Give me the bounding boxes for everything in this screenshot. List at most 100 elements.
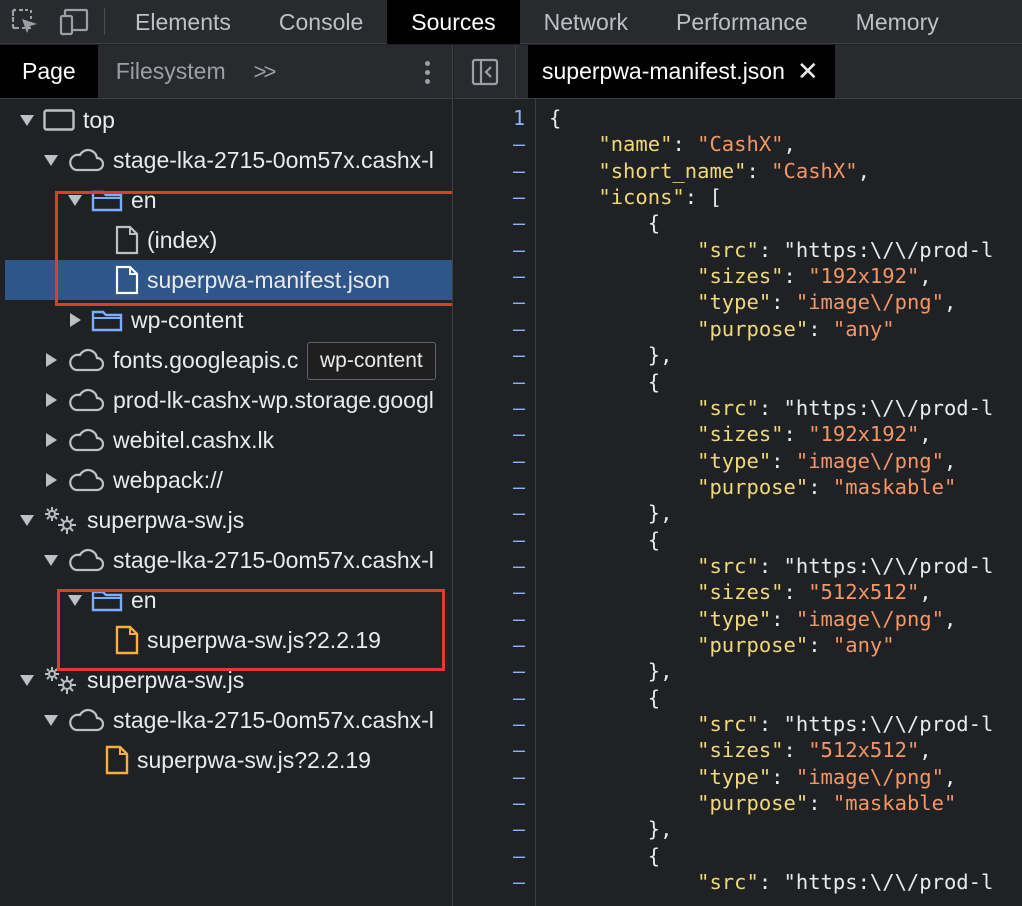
line-number[interactable]: – xyxy=(485,685,525,711)
tree-item-label: top xyxy=(83,106,115,133)
line-number[interactable]: – xyxy=(485,342,525,368)
line-number[interactable]: – xyxy=(485,632,525,658)
line-number[interactable]: – xyxy=(485,579,525,605)
line-number[interactable]: – xyxy=(485,500,525,526)
line-number[interactable]: – xyxy=(485,474,525,500)
line-number[interactable]: – xyxy=(485,184,525,210)
code-line: }, xyxy=(549,343,673,368)
code-line: }, xyxy=(549,659,673,684)
tooltip: wp-content xyxy=(307,342,436,380)
line-number[interactable]: – xyxy=(485,869,525,895)
line-number[interactable]: – xyxy=(485,395,525,421)
expand-triangle-right-icon[interactable] xyxy=(41,430,61,450)
expand-triangle-down-icon[interactable] xyxy=(41,550,61,570)
expand-triangle-right-icon[interactable] xyxy=(41,350,61,370)
tab-memory[interactable]: Memory xyxy=(832,0,963,44)
line-number[interactable]: – xyxy=(485,553,525,579)
code-line: "src": "https:\/\/prod-l xyxy=(697,395,994,420)
close-icon[interactable]: ✕ xyxy=(797,56,819,87)
expand-triangle-down-icon[interactable] xyxy=(17,110,37,130)
code-line: "src": "https:\/\/prod-l xyxy=(697,870,994,895)
cloud-icon xyxy=(67,708,105,732)
tree-item[interactable]: webitel.cashx.lk xyxy=(5,420,452,460)
tab-sources[interactable]: Sources xyxy=(387,0,520,44)
folder-icon xyxy=(91,308,123,332)
device-toolbar-icon[interactable] xyxy=(50,0,100,44)
tree-item[interactable]: (index) xyxy=(5,220,452,260)
line-number[interactable]: 1 xyxy=(485,105,525,131)
line-number[interactable]: – xyxy=(485,448,525,474)
editor-tab-superpwa-manifest[interactable]: superpwa-manifest.json ✕ xyxy=(528,45,835,98)
expand-triangle-right-icon[interactable] xyxy=(65,310,85,330)
tree-item[interactable]: superpwa-sw.js xyxy=(5,500,452,540)
line-number[interactable]: – xyxy=(485,764,525,790)
line-number[interactable]: – xyxy=(485,237,525,263)
tree-item-label: stage-lka-2715-0om57x.cashx-l xyxy=(113,706,434,733)
tree-item[interactable]: en xyxy=(5,180,452,220)
tree-item[interactable]: wp-content xyxy=(5,300,452,340)
line-number[interactable]: – xyxy=(485,843,525,869)
tab-performance[interactable]: Performance xyxy=(652,0,832,44)
tree-item[interactable]: webpack:// xyxy=(5,460,452,500)
code-line: { xyxy=(549,685,661,710)
tree-item[interactable]: superpwa-sw.js?2.2.19 xyxy=(5,620,452,660)
expand-triangle-down-icon[interactable] xyxy=(65,190,85,210)
tab-filesystem[interactable]: Filesystem xyxy=(98,45,244,98)
expand-triangle-down-icon[interactable] xyxy=(65,590,85,610)
line-number[interactable]: – xyxy=(485,289,525,315)
tree-item[interactable]: stage-lka-2715-0om57x.cashx-l xyxy=(5,140,452,180)
tab-elements[interactable]: Elements xyxy=(111,0,255,44)
tree-item[interactable]: superpwa-sw.js?2.2.19 xyxy=(5,740,452,780)
line-number[interactable]: – xyxy=(485,711,525,737)
expand-triangle-down-icon[interactable] xyxy=(17,670,37,690)
tree-item-label: stage-lka-2715-0om57x.cashx-l xyxy=(113,546,434,573)
tree-item-label: superpwa-sw.js?2.2.19 xyxy=(147,626,381,653)
expand-triangle-down-icon[interactable] xyxy=(17,510,37,530)
line-number[interactable]: – xyxy=(485,790,525,816)
line-number[interactable]: – xyxy=(485,263,525,289)
line-number[interactable]: – xyxy=(485,606,525,632)
expand-triangle-right-icon[interactable] xyxy=(41,470,61,490)
code-line: "sizes": "512x512", xyxy=(697,580,932,605)
toggle-navigator-icon[interactable] xyxy=(454,45,516,98)
expand-triangle-down-icon[interactable] xyxy=(41,710,61,730)
script-file-icon xyxy=(115,625,139,655)
tree-item[interactable]: top xyxy=(5,100,452,140)
tab-console[interactable]: Console xyxy=(255,0,387,44)
toolbar-separator xyxy=(104,8,105,35)
code-line: "purpose": "maskable" xyxy=(697,791,957,816)
more-tabs-chevron-icon[interactable]: >> xyxy=(244,45,284,98)
tree-item-label: prod-lk-cashx-wp.storage.googl xyxy=(113,386,434,413)
tree-item[interactable]: en xyxy=(5,580,452,620)
line-number[interactable]: – xyxy=(485,158,525,184)
line-number[interactable]: – xyxy=(485,737,525,763)
code-line: { xyxy=(549,843,661,868)
tree-item[interactable]: superpwa-sw.js xyxy=(5,660,452,700)
line-number[interactable]: – xyxy=(485,369,525,395)
expand-triangle-right-icon[interactable] xyxy=(41,390,61,410)
line-number[interactable]: – xyxy=(485,316,525,342)
code-editor[interactable]: 1– – – – – – – – – – – – – – – – – – – – – – – – – – – – – { "name":… xyxy=(454,99,1022,906)
line-number[interactable]: – xyxy=(485,816,525,842)
tree-item-label: superpwa-sw.js?2.2.19 xyxy=(137,746,371,773)
tree-item[interactable]: prod-lk-cashx-wp.storage.googl xyxy=(5,380,452,420)
line-number[interactable]: – xyxy=(485,131,525,157)
line-number[interactable]: – xyxy=(485,421,525,447)
tree-item[interactable]: superpwa-manifest.json xyxy=(5,260,452,300)
line-number-gutter: 1– – – – – – – – – – – – – – – – – – – – – – – – – – – – – xyxy=(454,99,536,906)
line-number[interactable]: – xyxy=(485,210,525,236)
devtools-main-toolbar: Elements Console Sources Network Performance… xyxy=(0,0,1022,44)
code-line: { xyxy=(549,211,661,236)
line-number[interactable]: – xyxy=(485,527,525,553)
more-options-icon[interactable] xyxy=(425,45,430,99)
expand-triangle-down-icon[interactable] xyxy=(41,150,61,170)
code-line: "purpose": "any" xyxy=(697,316,895,341)
tree-item[interactable]: stage-lka-2715-0om57x.cashx-l xyxy=(5,700,452,740)
tab-network[interactable]: Network xyxy=(520,0,652,44)
tab-page[interactable]: Page xyxy=(0,45,98,98)
tree-item[interactable]: stage-lka-2715-0om57x.cashx-l xyxy=(5,540,452,580)
inspect-element-icon[interactable] xyxy=(0,0,50,44)
code-line: { xyxy=(549,527,661,552)
line-number[interactable]: – xyxy=(485,658,525,684)
